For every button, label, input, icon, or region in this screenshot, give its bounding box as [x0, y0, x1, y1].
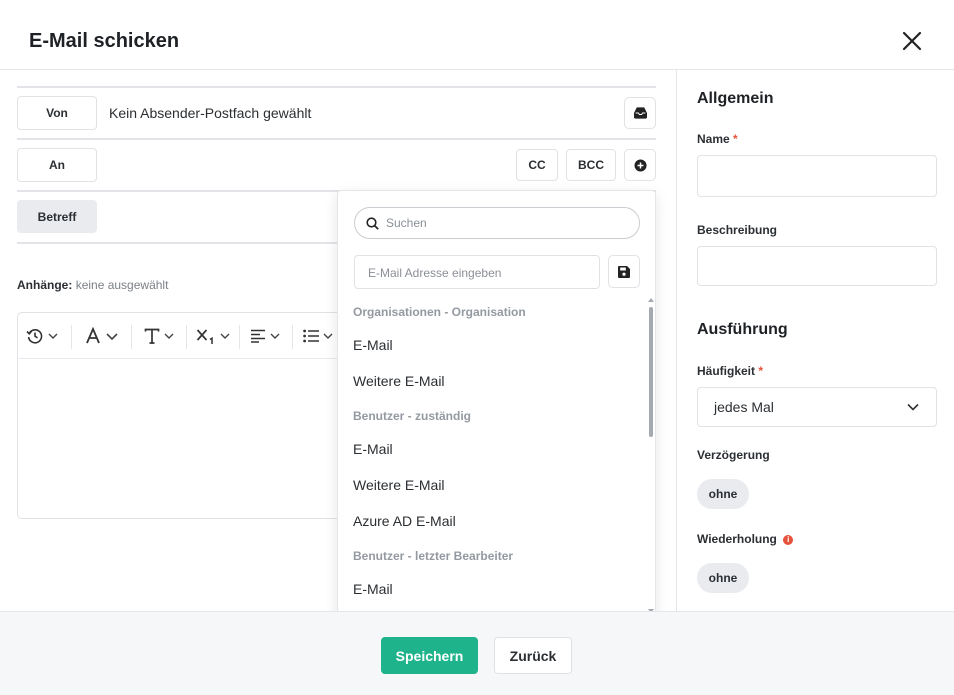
chevron-down-icon [164, 333, 174, 339]
cc-button[interactable]: CC [516, 149, 558, 181]
bcc-button[interactable]: BCC [566, 149, 616, 181]
from-button[interactable]: Von [17, 96, 97, 130]
recipient-dropdown: Organisationen - Organisation E-Mail Wei… [337, 190, 656, 625]
frequency-label-text: Häufigkeit [697, 364, 756, 378]
required-mark: * [733, 132, 738, 146]
font-color-icon [86, 327, 100, 344]
add-recipient-button[interactable] [624, 149, 656, 181]
name-label-text: Name [697, 132, 730, 146]
chevron-down-icon [907, 403, 919, 411]
subscript-tool[interactable] [196, 322, 230, 350]
search-input[interactable] [386, 216, 626, 230]
plus-circle-icon [633, 158, 647, 172]
delay-label: Verzögerung [697, 448, 770, 462]
frequency-select[interactable]: jedes Mal [697, 387, 937, 427]
email-field [354, 255, 600, 289]
text-size-tool[interactable] [144, 322, 174, 350]
group-header: Benutzer - zuständig [353, 409, 472, 423]
inbox-icon [633, 107, 647, 119]
repeat-pill[interactable]: ohne [697, 563, 749, 593]
toolbar-separator [239, 325, 240, 349]
chevron-down-icon [48, 333, 58, 339]
list-item[interactable]: Weitere E-Mail [338, 467, 644, 503]
toolbar-separator [292, 325, 293, 349]
divider [17, 138, 656, 140]
execution-title: Ausführung [697, 321, 788, 338]
description-input[interactable] [697, 246, 937, 286]
history-icon [26, 329, 43, 344]
divider [17, 242, 337, 244]
align-tool[interactable] [250, 322, 280, 350]
chevron-down-icon [220, 333, 230, 339]
list-item[interactable]: E-Mail [338, 327, 644, 363]
chevron-down-icon [106, 332, 118, 340]
toolbar-separator [71, 325, 72, 349]
align-left-icon [251, 329, 265, 343]
name-input[interactable] [697, 155, 937, 197]
list-icon [303, 329, 319, 343]
settings-sidebar: Allgemein Name * Beschreibung Ausführung… [676, 70, 954, 611]
description-label: Beschreibung [697, 223, 778, 237]
subscript-icon [196, 329, 213, 344]
mailbox-button[interactable] [624, 97, 656, 129]
scroll-up-icon[interactable] [648, 297, 654, 302]
repeat-label: Wiederholung i [697, 532, 794, 546]
dialog-footer: Speichern Zurück [0, 611, 954, 695]
list-item[interactable]: Weitere E-Mail [338, 363, 644, 399]
group-header: Organisationen - Organisation [353, 305, 526, 319]
scrollbar[interactable] [647, 297, 655, 619]
chevron-down-icon [323, 333, 333, 339]
list-tool[interactable] [303, 322, 333, 350]
to-button[interactable]: An [17, 148, 97, 182]
message-editor[interactable] [17, 312, 377, 519]
save-button[interactable]: Speichern [381, 637, 478, 674]
scrollbar-thumb[interactable] [649, 307, 653, 437]
name-label: Name * [697, 132, 738, 146]
general-title: Allgemein [697, 90, 774, 107]
back-button[interactable]: Zurück [494, 637, 572, 674]
font-color-tool[interactable] [84, 322, 118, 350]
editor-toolbar [18, 313, 376, 359]
toolbar-separator [131, 325, 132, 349]
list-item[interactable]: E-Mail [338, 431, 644, 467]
dialog-header: E-Mail schicken [0, 0, 954, 70]
save-icon [618, 265, 630, 278]
attachments-label: Anhänge: [17, 278, 73, 292]
attachments-row: Anhänge: keine ausgewählt [17, 278, 168, 292]
save-email-button[interactable] [608, 255, 640, 288]
search-icon [366, 217, 379, 230]
dialog-title: E-Mail schicken [29, 30, 180, 52]
chevron-down-icon [270, 333, 280, 339]
required-mark: * [758, 364, 764, 378]
attachments-value: keine ausgewählt [75, 278, 169, 292]
from-value: Kein Absender-Postfach gewählt [109, 105, 312, 121]
info-icon[interactable]: i [783, 535, 794, 545]
toolbar-separator [186, 325, 187, 349]
list-item[interactable]: E-Mail [338, 571, 644, 607]
email-input[interactable] [368, 266, 588, 280]
close-icon[interactable] [900, 29, 924, 53]
group-header: Benutzer - letzter Bearbeiter [353, 549, 514, 563]
list-item[interactable]: Azure AD E-Mail [338, 503, 644, 539]
divider [17, 86, 656, 88]
search-field [354, 207, 640, 239]
recipient-list: Organisationen - Organisation E-Mail Wei… [338, 295, 644, 607]
delay-pill[interactable]: ohne [697, 479, 749, 509]
subject-button[interactable]: Betreff [17, 200, 97, 233]
text-size-icon [144, 328, 160, 344]
frequency-label: Häufigkeit * [697, 364, 763, 378]
history-tool[interactable] [26, 322, 58, 350]
repeat-label-text: Wiederholung [697, 532, 777, 546]
frequency-value: jedes Mal [714, 399, 774, 415]
